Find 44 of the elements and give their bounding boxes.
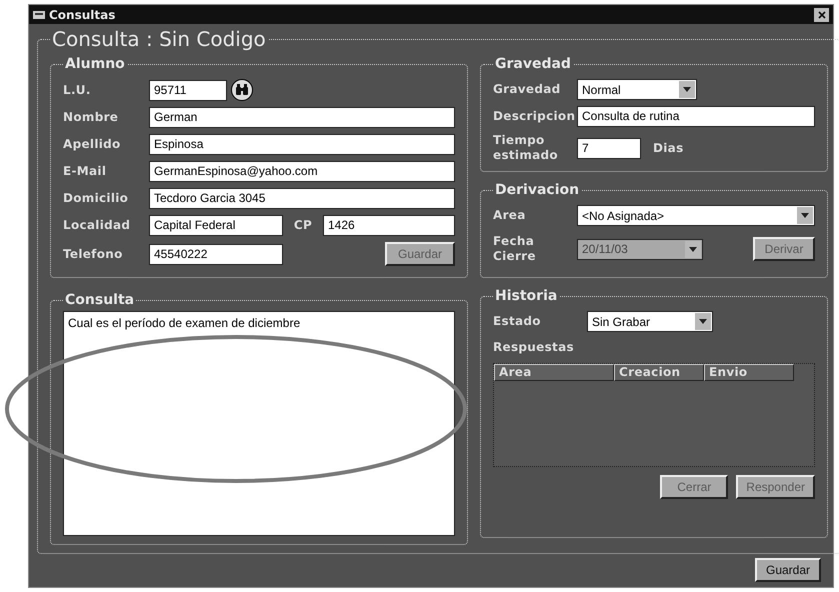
field-label: Descripcion [493,109,573,124]
field-label: E-Mail [63,164,108,179]
field-label: Gravedad [493,82,562,97]
field-label: Telefono [63,246,124,262]
input-field[interactable]: 95711 [149,80,227,100]
field-label: Area [493,208,527,223]
close-icon[interactable] [814,8,829,22]
field-label: Domicilio [63,191,130,206]
field-label: Fecha Cierre [493,234,537,264]
field-label: Tiempo estimado [493,133,559,163]
group-title: Gravedad [494,55,572,74]
text-area[interactable]: Cual es el período de examen de diciembre [63,311,455,536]
input-field[interactable]: German [149,107,455,128]
input-field[interactable]: Espinosa [149,134,455,155]
group-title: Alumno [64,55,126,74]
input-field[interactable]: 7 [577,138,641,158]
field-label: Respuestas [493,340,575,355]
unit-label: Dias [653,140,684,156]
window-icon [33,10,45,20]
search-icon[interactable] [231,79,253,101]
field-label: Estado [493,314,542,329]
dropdown-field[interactable]: Normal [577,79,697,100]
group-title: Historia [494,287,558,306]
input-field[interactable]: 45540222 [149,244,283,264]
input-field[interactable]: 1426 [323,215,455,236]
column-header[interactable]: Envio [704,364,794,381]
field-label: Apellido [63,137,122,152]
column-header[interactable]: Area [494,364,614,381]
field-label: CP [292,218,314,233]
group-title: Derivacion [494,181,580,200]
action-button[interactable]: Guardar [755,558,821,582]
input-field[interactable]: Tecdoro Garcia 3045 [149,188,455,209]
group-title: Consulta [64,291,136,310]
field-label: Localidad [63,218,132,233]
input-field[interactable]: GermanEspinosa@yahoo.com [149,161,455,182]
field-label: L.U. [63,82,92,98]
field-label: Nombre [63,110,120,125]
window-title: Consultas [49,6,116,24]
input-field[interactable]: Consulta de rutina [577,106,815,127]
dropdown-field[interactable]: Sin Grabar [587,311,713,332]
input-field[interactable]: Capital Federal [149,215,283,236]
dropdown-field[interactable]: <No Asignada> [577,205,815,226]
group-title: Consulta : Sin Codigo [51,26,267,53]
column-header[interactable]: Creacion [614,364,704,381]
